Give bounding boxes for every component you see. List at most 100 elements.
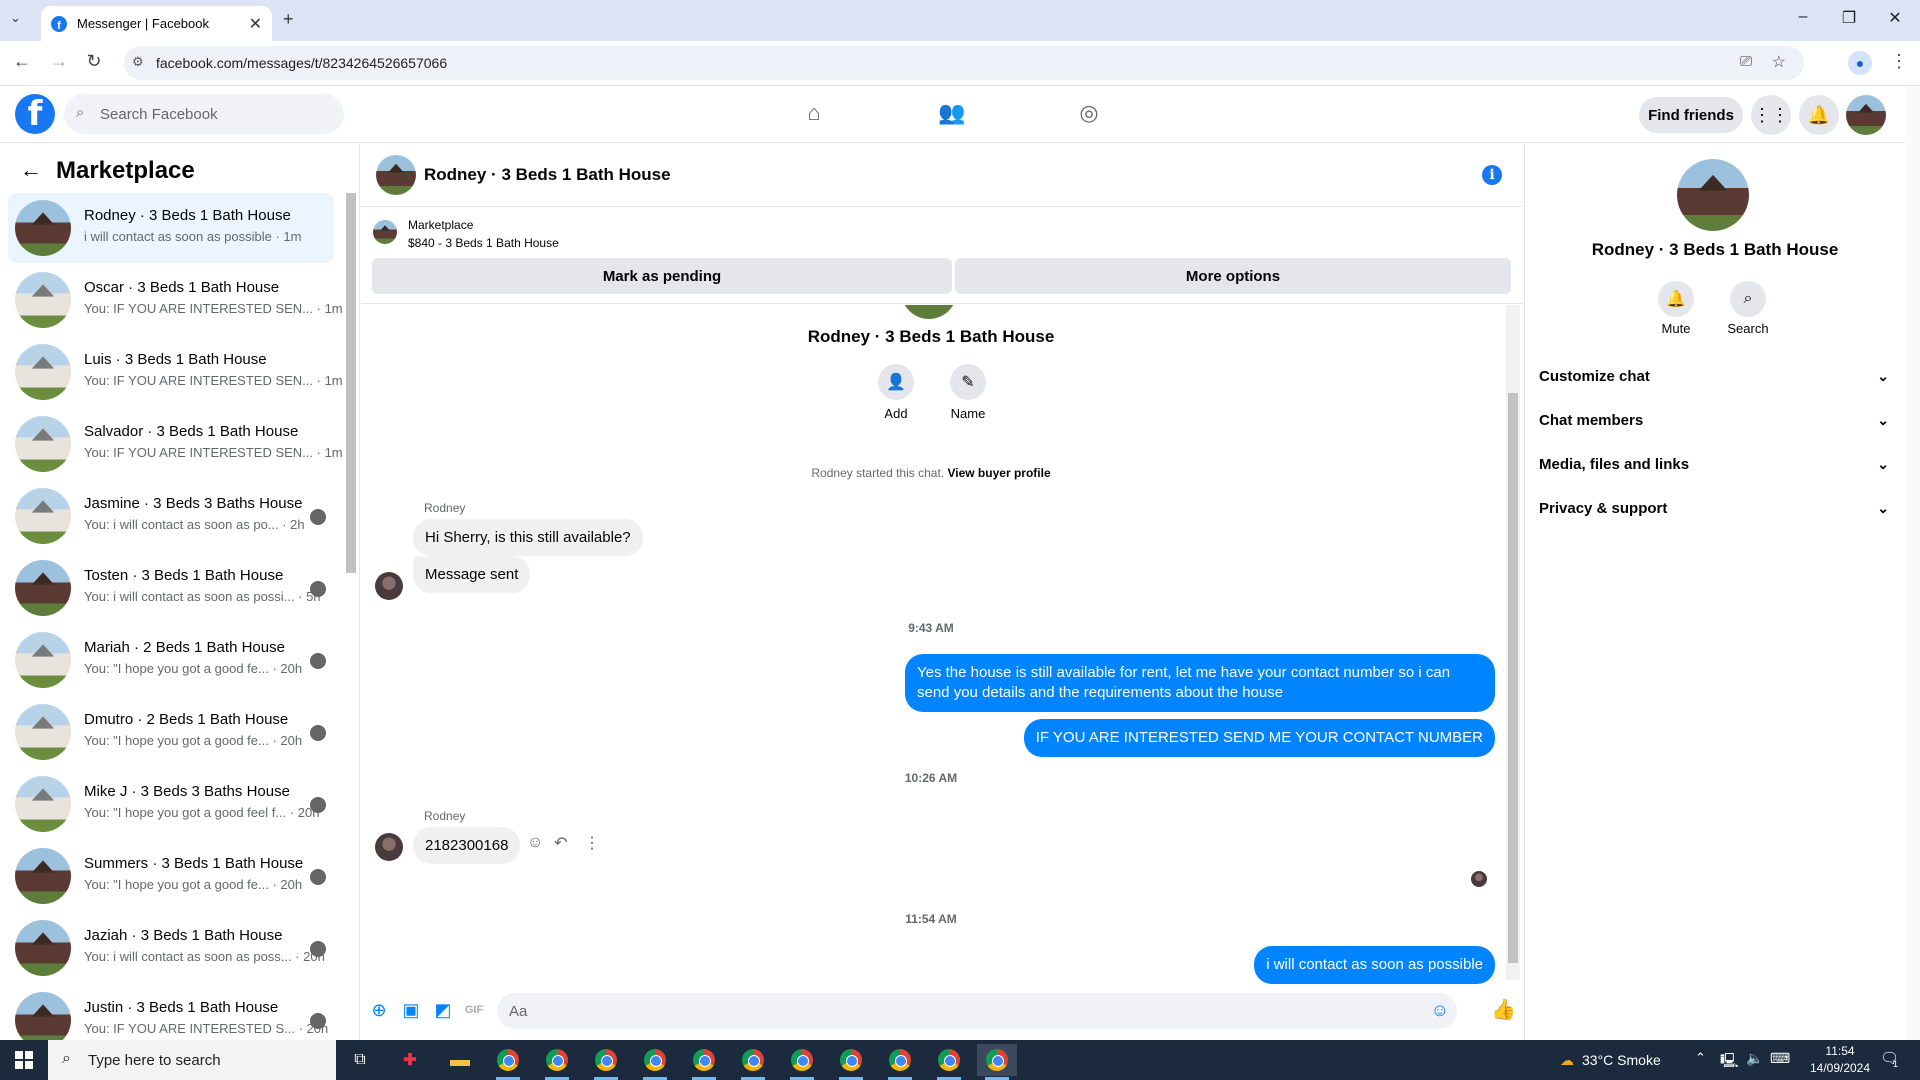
taskbar-search-input[interactable]: ⌕ Type here to search — [48, 1040, 336, 1080]
thread-scrollbar-thumb[interactable] — [1508, 393, 1518, 963]
chrome-icon[interactable] — [488, 1044, 528, 1080]
chrome-icon[interactable] — [586, 1044, 626, 1080]
more-options-button[interactable]: More options — [955, 258, 1511, 294]
reload-icon[interactable]: ↻ — [82, 51, 106, 72]
windows-start-icon[interactable] — [0, 1040, 48, 1080]
emoji-icon[interactable]: ☺ — [1431, 1000, 1449, 1021]
file-explorer-icon[interactable]: ▬ — [440, 1044, 480, 1076]
bookmark-star-icon[interactable]: ☆ — [1772, 52, 1786, 72]
thumbs-up-icon[interactable]: 👍 — [1491, 1000, 1516, 1020]
conversation-item[interactable]: Justin · 3 Beds 1 Bath House You: IF YOU … — [8, 985, 334, 1040]
chrome-icon[interactable] — [537, 1044, 577, 1080]
menu-dots-icon[interactable]: ⋮ — [1890, 51, 1908, 72]
mute-bell-icon[interactable]: 🔔 — [1658, 281, 1694, 317]
privacy-support-section[interactable]: Privacy & support ⌄ — [1539, 488, 1889, 528]
conversation-item[interactable]: Jasmine · 3 Beds 3 Baths House You: i wil… — [8, 481, 334, 551]
network-icon[interactable]: 🖳 — [1720, 1050, 1739, 1074]
app-icon[interactable]: ✚ — [390, 1044, 430, 1076]
facebook-logo[interactable]: f — [15, 94, 55, 134]
chrome-icon[interactable] — [733, 1044, 773, 1080]
plus-circle-icon[interactable]: ⊕ — [369, 1000, 389, 1020]
minimize-icon[interactable]: – — [1780, 8, 1826, 26]
chrome-icon[interactable] — [880, 1044, 920, 1080]
new-tab-icon[interactable]: + — [283, 9, 294, 30]
conversation-avatar[interactable] — [1677, 159, 1749, 231]
back-icon[interactable]: ← — [10, 51, 34, 72]
volume-icon[interactable]: 🔈 — [1746, 1050, 1763, 1067]
incoming-message[interactable]: Message sent — [413, 556, 531, 593]
task-view-icon[interactable]: ⧉ — [340, 1044, 380, 1076]
media-files-links-section[interactable]: Media, files and links ⌄ — [1539, 444, 1889, 484]
site-info-icon[interactable]: ⚙ — [132, 54, 144, 70]
weather-text[interactable]: 33°C Smoke — [1582, 1052, 1661, 1068]
tab-search-icon[interactable]: ⌄ — [10, 10, 21, 26]
chat-title[interactable]: Rodney · 3 Beds 1 Bath House — [424, 165, 671, 185]
back-arrow-icon[interactable]: ← — [20, 157, 42, 183]
profile-icon[interactable]: ● — [1848, 51, 1872, 75]
more-actions-icon[interactable]: ⋮ — [584, 833, 600, 853]
outgoing-message[interactable]: IF YOU ARE INTERESTED SEND ME YOUR CONTA… — [1023, 719, 1495, 757]
info-icon[interactable]: i — [1482, 165, 1502, 185]
friends-icon[interactable]: 👥 — [937, 100, 967, 130]
message-input[interactable]: Aa ☺ — [497, 993, 1457, 1029]
home-icon[interactable]: ⌂ — [799, 100, 829, 130]
conversation-item[interactable]: Tosten · 3 Beds 1 Bath House You: i will … — [8, 553, 334, 623]
conversation-item[interactable]: Jaziah · 3 Beds 1 Bath House You: i will … — [8, 913, 334, 983]
listing-price[interactable]: $840 - 3 Beds 1 Bath House — [408, 236, 559, 250]
restore-icon[interactable]: ❐ — [1826, 8, 1872, 28]
search-conversation-icon[interactable]: ⌕ — [1730, 281, 1766, 317]
notifications-bell-icon[interactable]: 🔔 — [1799, 95, 1839, 135]
listing-thumbnail[interactable] — [373, 220, 397, 244]
gif-icon[interactable]: GIF — [464, 1000, 484, 1020]
conversation-item[interactable]: Mike J · 3 Beds 3 Baths House You: "I hop… — [8, 769, 334, 839]
chat-members-section[interactable]: Chat members ⌄ — [1539, 400, 1889, 440]
chrome-icon[interactable] — [684, 1044, 724, 1080]
address-bar[interactable]: ⚙ facebook.com/messages/t/82342645266570… — [124, 46, 1804, 80]
rodney-avatar[interactable] — [375, 833, 403, 861]
conversation-item[interactable]: Dmutro · 2 Beds 1 Bath House You: "I hope… — [8, 697, 334, 767]
forward-icon[interactable]: → — [47, 51, 71, 72]
incoming-message[interactable]: Hi Sherry, is this still available? — [413, 519, 643, 556]
mark-as-pending-button[interactable]: Mark as pending — [372, 258, 952, 294]
rodney-avatar[interactable] — [375, 572, 403, 600]
conversation-item[interactable]: Luis · 3 Beds 1 Bath House You: IF YOU AR… — [8, 337, 343, 407]
photo-icon[interactable]: ▣ — [401, 1000, 421, 1020]
chrome-icon[interactable] — [831, 1044, 871, 1080]
close-window-icon[interactable]: ✕ — [1872, 8, 1918, 28]
chrome-icon[interactable] — [977, 1044, 1017, 1080]
keyboard-icon[interactable]: ⌨ — [1770, 1050, 1790, 1067]
account-avatar[interactable] — [1846, 95, 1886, 135]
edit-name-icon[interactable]: ✎ — [950, 364, 986, 400]
chat-avatar[interactable] — [376, 155, 416, 195]
find-friends-button[interactable]: Find friends — [1639, 97, 1743, 133]
conversation-item[interactable]: Salvador · 3 Beds 1 Bath House You: IF YO… — [8, 409, 343, 479]
menu-grid-icon[interactable]: ⋮⋮ — [1751, 95, 1791, 135]
close-tab-icon[interactable]: ✕ — [249, 14, 262, 34]
conversation-item[interactable]: Oscar · 3 Beds 1 Bath House You: IF YOU A… — [8, 265, 343, 335]
outgoing-message[interactable]: Yes the house is still available for ren… — [905, 654, 1495, 712]
browser-tab[interactable]: f Messenger | Facebook ✕ — [41, 6, 272, 41]
view-buyer-profile-link[interactable]: View buyer profile — [947, 466, 1050, 480]
install-app-icon[interactable]: ⎚ — [1740, 53, 1752, 70]
thread-scrollbar[interactable] — [1506, 305, 1520, 980]
customize-chat-section[interactable]: Customize chat ⌄ — [1539, 356, 1889, 396]
add-person-icon[interactable]: 👤 — [878, 364, 914, 400]
conversation-item[interactable]: Mariah · 2 Beds 1 Bath House You: "I hope… — [8, 625, 334, 695]
sticker-icon[interactable]: ◩ — [433, 1000, 453, 1020]
chrome-icon[interactable] — [635, 1044, 675, 1080]
react-emoji-icon[interactable]: ☺ — [527, 834, 543, 852]
chrome-icon[interactable] — [782, 1044, 822, 1080]
chrome-icon[interactable] — [929, 1044, 969, 1080]
conversation-list-scrollbar[interactable] — [346, 193, 356, 573]
show-hidden-icons-icon[interactable]: ⌃ — [1695, 1050, 1706, 1066]
conversation-item[interactable]: Rodney · 3 Beds 1 Bath House i will conta… — [8, 193, 334, 263]
page-scrollbar[interactable] — [1905, 86, 1920, 1040]
clock[interactable]: 11:54 14/09/2024 — [1800, 1043, 1880, 1077]
weather-icon[interactable]: ☁ — [1560, 1052, 1574, 1069]
facebook-search-input[interactable]: ⌕ Search Facebook — [64, 94, 344, 134]
groups-icon[interactable]: ◎ — [1074, 100, 1104, 130]
conversation-item[interactable]: Summers · 3 Beds 1 Bath House You: "I hop… — [8, 841, 334, 911]
incoming-message[interactable]: 2182300168 — [413, 827, 521, 864]
reply-icon[interactable]: ↶ — [554, 833, 567, 853]
outgoing-message[interactable]: i will contact as soon as possible — [1254, 946, 1495, 984]
